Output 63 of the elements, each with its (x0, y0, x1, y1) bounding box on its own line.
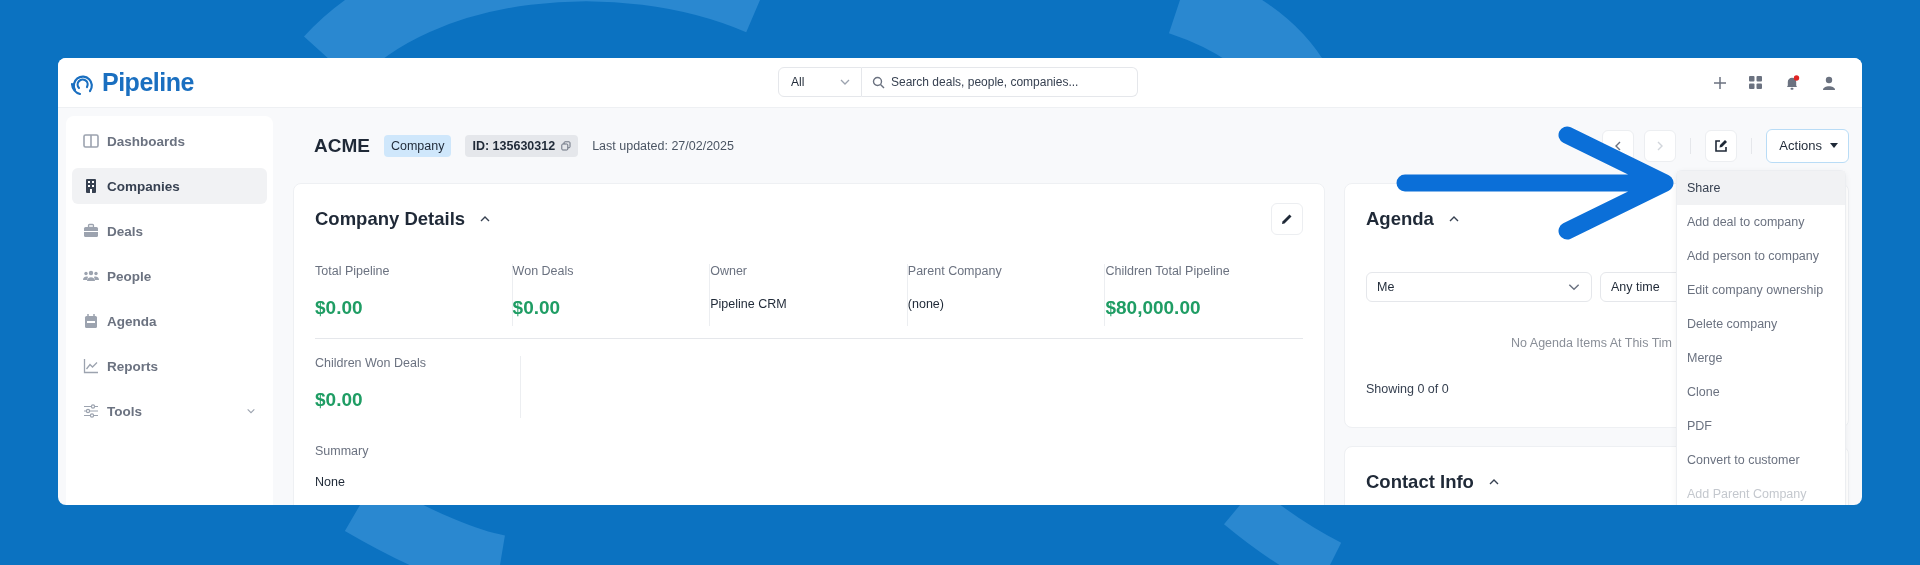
sidebar-item[interactable]: Reports (72, 348, 267, 384)
type-badge: Company (383, 134, 452, 157)
chevron-down-icon (246, 406, 256, 416)
field-label: Total Pipeline (315, 264, 391, 278)
field-label: Children Won Deals (315, 356, 427, 370)
owner-select[interactable]: Me (1366, 272, 1592, 302)
calendar-icon (83, 313, 99, 329)
building-icon (83, 178, 99, 194)
sidebar-item[interactable]: Deals (72, 213, 267, 249)
menu-item[interactable]: Edit company ownership (1677, 273, 1845, 307)
field-value: $0.00 (512, 297, 562, 319)
menu-item[interactable]: Share (1677, 171, 1845, 205)
search-icon (872, 76, 885, 89)
field-value: Pipeline CRM (710, 297, 788, 311)
page-title: ACME (314, 134, 370, 157)
menu-item[interactable]: Add person to company (1677, 239, 1845, 273)
plus-icon[interactable] (1713, 75, 1727, 90)
field-value: $0.00 (315, 389, 364, 411)
field-value: None (315, 475, 346, 489)
field-value: (none) (907, 297, 945, 311)
field-label: Summary (315, 444, 370, 458)
empty-message: No Agenda Items At This Tim (1511, 336, 1672, 350)
copy-icon[interactable] (561, 140, 572, 151)
chart-line-icon (83, 358, 99, 374)
menu-item[interactable]: Clone (1677, 375, 1845, 409)
sidebar-item[interactable]: Companies (72, 168, 267, 204)
sidebar-item[interactable]: Dashboards (72, 123, 267, 159)
layout-icon (83, 133, 99, 149)
field-value: $0.00 (315, 297, 364, 319)
logo-text: Pipeline (102, 68, 194, 97)
field-label: Won Deals (512, 264, 575, 278)
people-icon (83, 268, 99, 284)
briefcase-icon (83, 223, 99, 239)
sidebar-item[interactable]: Tools (72, 393, 267, 429)
edit-icon (1714, 138, 1729, 153)
field-label: Parent Company (907, 264, 1003, 278)
bell-icon[interactable] (1784, 74, 1800, 91)
field-label: Owner (710, 264, 749, 278)
id-badge: ID: 135630312 (465, 134, 579, 157)
pencil-icon (1281, 213, 1293, 225)
field-label: Children Total Pipeline (1105, 264, 1231, 278)
menu-item[interactable]: PDF (1677, 409, 1845, 443)
card-title: Contact Info (1366, 471, 1474, 493)
apps-grid-icon[interactable] (1749, 76, 1762, 89)
edit-button[interactable] (1271, 203, 1303, 235)
card-title: Company Details (315, 208, 466, 230)
menu-item[interactable]: Merge (1677, 341, 1845, 375)
user-icon[interactable] (1822, 75, 1836, 90)
sidebar-item[interactable]: People (72, 258, 267, 294)
actions-button[interactable]: Actions (1766, 128, 1849, 163)
sliders-icon (83, 403, 99, 419)
field-value: $80,000.00 (1105, 297, 1202, 319)
caret-down-icon (1830, 142, 1838, 149)
last-updated-text: Last updated: 27/02/2025 (592, 138, 734, 153)
search-field[interactable]: Search deals, people, companies... (862, 67, 1138, 97)
card-title: Agenda (1366, 208, 1434, 230)
edit-button[interactable] (1705, 129, 1738, 162)
menu-item[interactable]: Add deal to company (1677, 205, 1845, 239)
sidebar-item[interactable]: Agenda (72, 303, 267, 339)
menu-item[interactable]: Convert to customer (1677, 443, 1845, 477)
search-scope-select[interactable]: All (778, 67, 862, 97)
menu-item[interactable]: Delete company (1677, 307, 1845, 341)
pagination-text: Showing 0 of 0 (1366, 382, 1449, 396)
